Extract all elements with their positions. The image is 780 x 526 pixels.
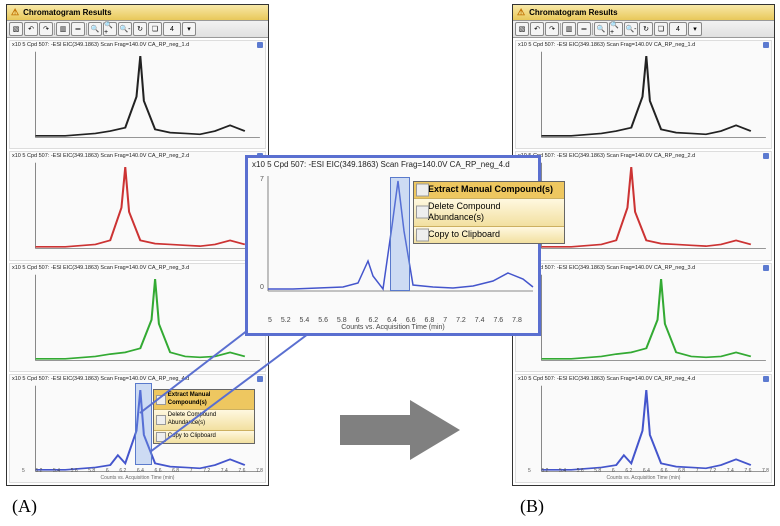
menu-copy[interactable]: Copy to Clipboard: [414, 227, 564, 243]
zoom-in-icon[interactable]: 🔍+: [103, 22, 117, 36]
toolbar: ▧ ↶ ↷ ▥ ═ 🔍 🔍+ 🔍- ↻ ❏ 4 ▾: [7, 21, 268, 38]
panel-title: Chromatogram Results: [23, 8, 111, 17]
grid-icon[interactable]: ❏: [654, 22, 668, 36]
chart-icon[interactable]: ▥: [56, 22, 70, 36]
popup-chart: x10 5 Cpd 507: -ESI EIC(349.1863) Scan F…: [245, 155, 541, 336]
tick: 6.8: [425, 317, 435, 324]
chromatogram-chart[interactable]: x10 5 Cpd 507: -ESI EIC(349.1863) Scan F…: [9, 40, 266, 149]
undo-icon[interactable]: ↶: [24, 22, 38, 36]
select-icon[interactable]: ▧: [515, 22, 529, 36]
redo-icon[interactable]: ↷: [545, 22, 559, 36]
separator: [86, 23, 87, 35]
tick: 7.2: [456, 317, 466, 324]
zoom-icon[interactable]: 🔍: [88, 22, 102, 36]
svg-text:7: 7: [260, 176, 264, 183]
popup-title: x10 5 Cpd 507: -ESI EIC(349.1863) Scan F…: [248, 158, 538, 171]
separator: [54, 23, 55, 35]
redo-icon[interactable]: ↷: [39, 22, 53, 36]
tick: 5.4: [300, 317, 310, 324]
menu-copy[interactable]: Copy to Clipboard: [154, 431, 254, 443]
panel-b: ⚠ Chromatogram Results ▧ ↶ ↷ ▥ ═ 🔍 🔍+ 🔍-…: [512, 4, 775, 486]
ruler-icon[interactable]: ═: [577, 22, 591, 36]
tick: 6.6: [406, 317, 416, 324]
warning-icon: ⚠: [11, 7, 19, 18]
panel-header: ⚠ Chromatogram Results: [7, 5, 268, 21]
grid-icon[interactable]: ❏: [148, 22, 162, 36]
tick: 5.8: [337, 317, 347, 324]
tick: 7.4: [475, 317, 485, 324]
selection-band[interactable]: [135, 383, 152, 465]
x-ticks: 55.25.45.65.866.26.46.66.877.27.47.67.8: [22, 468, 263, 474]
zoom-out-icon[interactable]: 🔍-: [624, 22, 638, 36]
menu-extract[interactable]: Extract Manual Compound(s): [414, 182, 564, 199]
count-box[interactable]: 4: [669, 22, 687, 36]
chromatogram-chart[interactable]: x10 5 Cpd 507: -ESI EIC(349.1863) Scan F…: [9, 151, 266, 260]
x-label: Counts vs. Acquisition Time (min): [516, 475, 771, 481]
context-menu: Extract Manual Compound(s)Delete Compoun…: [153, 389, 255, 444]
popup-xticks: 5 5.2 5.4 5.6 5.8 6 6.2 6.4 6.6 6.8 7 7.2 7.4 7.6 7.8: [248, 317, 538, 324]
ruler-icon[interactable]: ═: [71, 22, 85, 36]
svg-text:0: 0: [260, 284, 264, 291]
menu-delete[interactable]: Delete Compound Abundance(s): [154, 410, 254, 431]
menu-delete[interactable]: Delete Compound Abundance(s): [414, 199, 564, 227]
tick: 6.4: [387, 317, 397, 324]
panel-a: ⚠ Chromatogram Results ▧ ↶ ↷ ▥ ═ 🔍 🔍+ 🔍-…: [6, 4, 269, 486]
chart-stack: x10 5 Cpd 507: -ESI EIC(349.1863) Scan F…: [513, 38, 774, 485]
warning-icon: ⚠: [517, 7, 525, 18]
dropdown-icon[interactable]: ▾: [182, 22, 196, 36]
tick: 5: [268, 317, 272, 324]
panel-header: ⚠ Chromatogram Results: [513, 5, 774, 21]
chromatogram-chart[interactable]: x10 5 Cpd 507: -ESI EIC(349.1863) Scan F…: [515, 263, 772, 372]
toolbar: ▧ ↶ ↷ ▥ ═ 🔍 🔍+ 🔍- ↻ ❏ 4 ▾: [513, 21, 774, 38]
zoom-icon[interactable]: 🔍: [594, 22, 608, 36]
separator: [560, 23, 561, 35]
x-ticks: 55.25.45.65.866.26.46.66.877.27.47.67.8: [528, 468, 769, 474]
tick: 6: [356, 317, 360, 324]
chart-stack: x10 5 Cpd 507: -ESI EIC(349.1863) Scan F…: [7, 38, 268, 485]
tick: 7: [443, 317, 447, 324]
selection-band[interactable]: [390, 177, 410, 291]
chart-icon[interactable]: ▥: [562, 22, 576, 36]
zoom-in-icon[interactable]: 🔍+: [609, 22, 623, 36]
chromatogram-chart[interactable]: x10 5 Cpd 507: -ESI EIC(349.1863) Scan F…: [515, 40, 772, 149]
label-a: (A): [12, 496, 37, 517]
tick: 7.6: [493, 317, 503, 324]
tick: 6.2: [368, 317, 378, 324]
arrow-icon: [340, 400, 460, 460]
refresh-icon[interactable]: ↻: [639, 22, 653, 36]
chromatogram-chart[interactable]: x10 5 Cpd 507: -ESI EIC(349.1863) Scan F…: [9, 374, 266, 483]
tick: 5.6: [318, 317, 328, 324]
menu-extract[interactable]: Extract Manual Compound(s): [154, 390, 254, 411]
context-menu: Extract Manual Compound(s) Delete Compou…: [413, 181, 565, 244]
x-label: Counts vs. Acquisition Time (min): [10, 475, 265, 481]
chromatogram-chart[interactable]: x10 5 Cpd 507: -ESI EIC(349.1863) Scan F…: [9, 263, 266, 372]
separator: [592, 23, 593, 35]
tick: 7.8: [512, 317, 522, 324]
undo-icon[interactable]: ↶: [530, 22, 544, 36]
count-box[interactable]: 4: [163, 22, 181, 36]
popup-chart-area[interactable]: 0 7 Extract Manual Compound(s) Delete Co…: [248, 171, 538, 317]
panel-title: Chromatogram Results: [529, 8, 617, 17]
dropdown-icon[interactable]: ▾: [688, 22, 702, 36]
select-icon[interactable]: ▧: [9, 22, 23, 36]
tick: 5.2: [281, 317, 291, 324]
chromatogram-chart[interactable]: x10 5 Cpd 507: -ESI EIC(349.1863) Scan F…: [515, 374, 772, 483]
zoom-out-icon[interactable]: 🔍-: [118, 22, 132, 36]
refresh-icon[interactable]: ↻: [133, 22, 147, 36]
label-b: (B): [520, 496, 544, 517]
popup-xlabel: Counts vs. Acquisition Time (min): [248, 324, 538, 333]
